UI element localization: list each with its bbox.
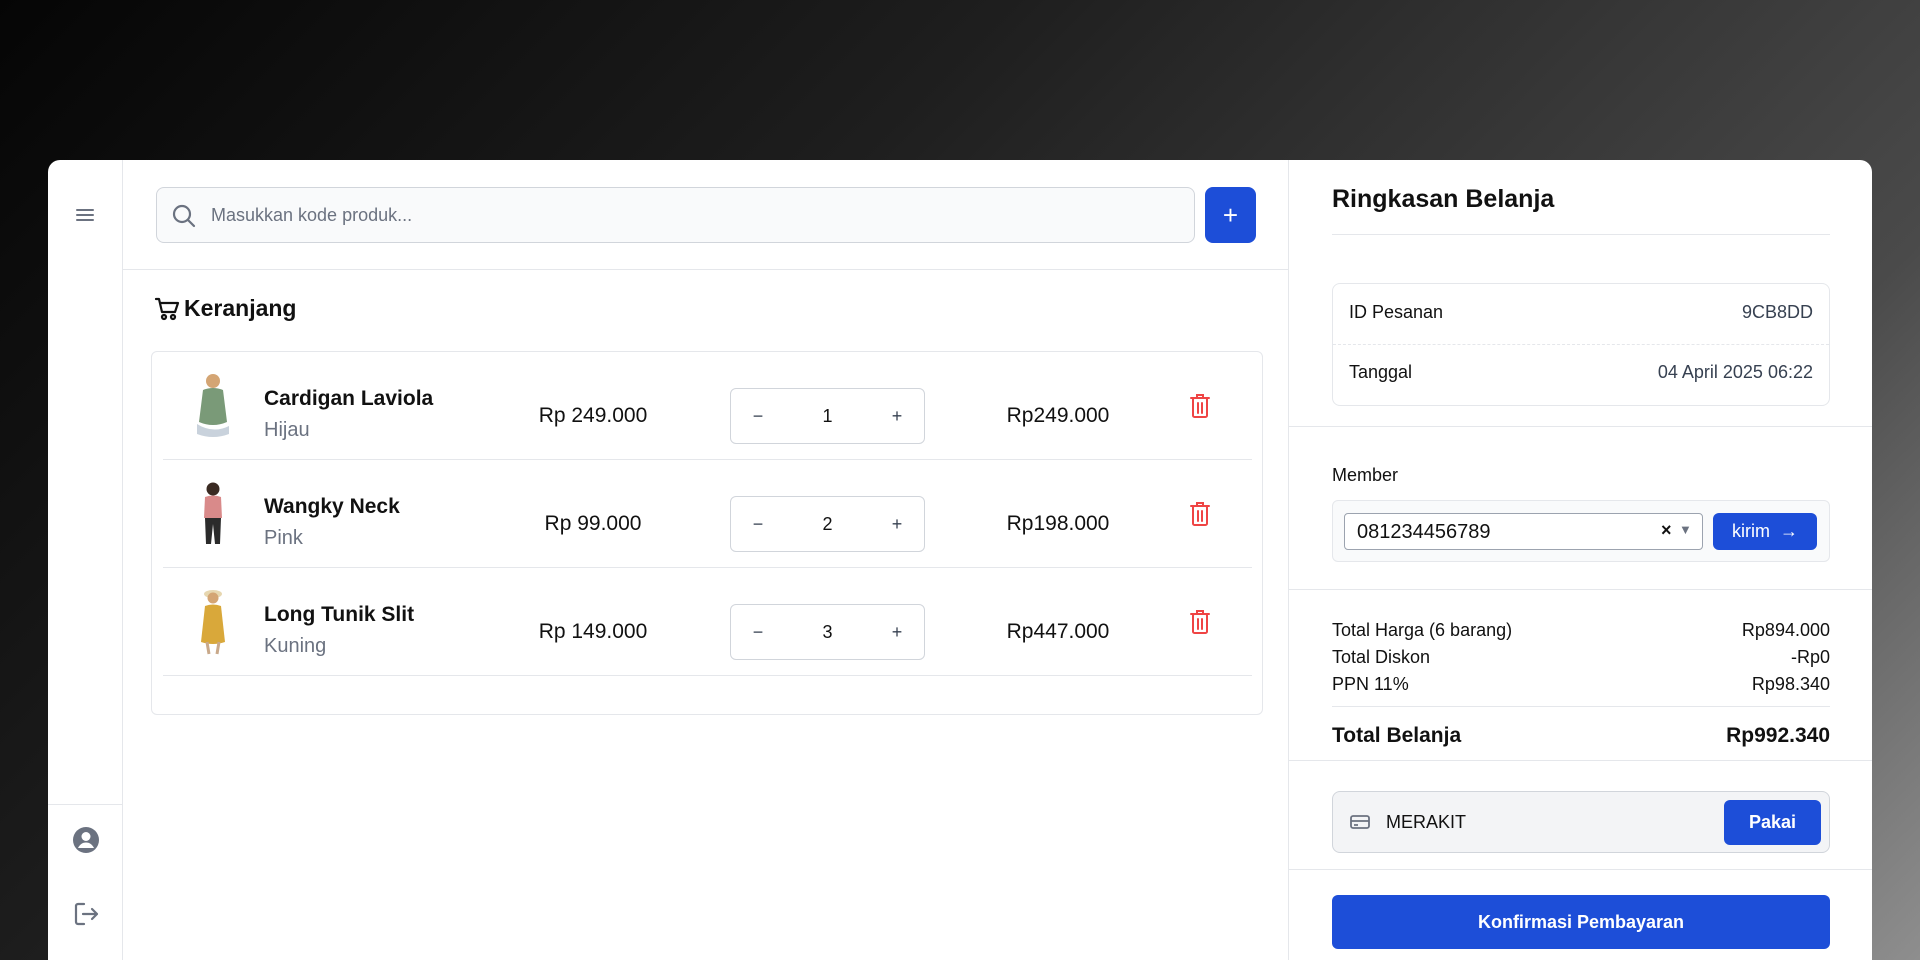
member-value[interactable]: 081234456789 [1357,521,1490,544]
total-discount-value: -Rp0 [1790,647,1830,667]
product-name: Wangky Neck [264,495,400,518]
arrow-right-icon: → [1780,521,1798,541]
date-label: Tanggal [1349,362,1413,382]
search-icon [172,204,196,228]
chevron-down-icon[interactable]: ▼ [1679,522,1692,537]
clear-icon[interactable]: × [1661,520,1672,541]
total-discount-row: Total Diskon -Rp0 [1332,647,1830,668]
cart-item: Long Tunik Slit Kuning Rp 149.000 − 3 + … [163,568,1252,676]
total-price-value: Rp894.000 [1741,620,1830,640]
voucher-input[interactable] [1386,792,1706,852]
member-select[interactable]: 081234456789 × ▼ [1344,513,1703,550]
quantity-stepper: − 3 + [730,604,925,660]
quantity-value[interactable]: 2 [822,514,832,535]
divider [1332,706,1830,707]
user-circle-icon[interactable] [71,825,101,855]
order-id-label: ID Pesanan [1349,302,1444,322]
grand-total-label: Total Belanja [1332,724,1462,747]
grand-total-value: Rp992.340 [1726,724,1830,747]
cart-item: Wangky Neck Pink Rp 99.000 − 2 + Rp198.0… [163,460,1252,568]
product-name: Long Tunik Slit [264,603,415,626]
product-variant: Hijau [264,419,310,441]
send-label: kirim [1732,521,1770,541]
product-price: Rp 99.000 [544,512,642,535]
divider [1333,344,1829,345]
trash-icon[interactable] [1188,500,1212,528]
product-price: Rp 249.000 [538,404,648,427]
total-price-row: Total Harga (6 barang) Rp894.000 [1332,620,1830,641]
increment-button[interactable]: + [870,622,924,643]
grand-total-row: Total Belanja Rp992.340 [1332,724,1830,748]
quantity-stepper: − 1 + [730,388,925,444]
cart-title: Keranjang [154,295,296,322]
tax-label: PPN 11% [1332,674,1409,694]
quantity-value[interactable]: 1 [822,406,832,427]
quantity-stepper: − 2 + [730,496,925,552]
tax-value: Rp98.340 [1751,674,1830,694]
apply-voucher-button[interactable]: Pakai [1724,800,1821,845]
product-variant: Kuning [264,635,327,657]
main-panel: + Keranjang Cardigan Laviola Hijau Rp 24… [123,160,1288,960]
cart-list: Cardigan Laviola Hijau Rp 249.000 − 1 + … [151,351,1263,715]
hamburger-icon[interactable] [74,204,96,226]
credit-card-icon [1350,815,1370,829]
decrement-button[interactable]: − [731,406,785,427]
pos-window: + Keranjang Cardigan Laviola Hijau Rp 24… [48,160,1872,960]
product-name: Cardigan Laviola [264,387,434,410]
sidebar [48,160,123,960]
cart-title-label: Keranjang [184,295,297,321]
product-thumbnail [204,482,222,544]
decrement-button[interactable]: − [731,514,785,535]
summary-title: Ringkasan Belanja [1332,185,1555,213]
summary-panel: Ringkasan Belanja ID Pesanan 9CB8DD Tang… [1288,160,1872,960]
cart-item: Cardigan Laviola Hijau Rp 249.000 − 1 + … [163,352,1252,460]
logout-icon[interactable] [71,899,101,929]
product-thumbnail [197,374,229,437]
increment-button[interactable]: + [870,514,924,535]
trash-icon[interactable] [1188,392,1212,420]
cart-icon [154,297,180,320]
quantity-value[interactable]: 3 [822,622,832,643]
member-label: Member [1332,465,1399,485]
sidebar-bottom [48,804,122,960]
search-bar: + [123,160,1288,270]
divider [1289,589,1872,590]
order-info-card: ID Pesanan 9CB8DD Tanggal 04 April 2025 … [1332,283,1830,406]
search-box [156,187,1195,243]
total-discount-label: Total Diskon [1332,647,1431,667]
product-thumbnail [201,590,225,655]
order-id-row: ID Pesanan 9CB8DD [1349,302,1813,323]
date-value: 04 April 2025 06:22 [1657,362,1813,382]
total-price-label: Total Harga (6 barang) [1332,620,1513,640]
member-box: 081234456789 × ▼ kirim → [1332,500,1830,562]
product-variant: Pink [264,527,303,549]
add-product-button[interactable]: + [1205,187,1256,243]
order-id-value: 9CB8DD [1741,302,1813,322]
product-price: Rp 149.000 [538,620,648,643]
date-row: Tanggal 04 April 2025 06:22 [1349,362,1813,383]
divider [1289,869,1872,870]
tax-row: PPN 11% Rp98.340 [1332,674,1830,695]
divider [1332,234,1830,235]
confirm-payment-button[interactable]: Konfirmasi Pembayaran [1332,895,1830,949]
product-code-input[interactable] [211,188,1171,242]
increment-button[interactable]: + [870,406,924,427]
product-subtotal: Rp249.000 [1006,404,1110,427]
decrement-button[interactable]: − [731,622,785,643]
product-subtotal: Rp198.000 [1006,512,1110,535]
divider [1289,760,1872,761]
divider [1289,426,1872,427]
voucher-box: Pakai [1332,791,1830,853]
trash-icon[interactable] [1188,608,1212,636]
product-subtotal: Rp447.000 [1006,620,1110,643]
send-member-button[interactable]: kirim → [1713,513,1817,550]
